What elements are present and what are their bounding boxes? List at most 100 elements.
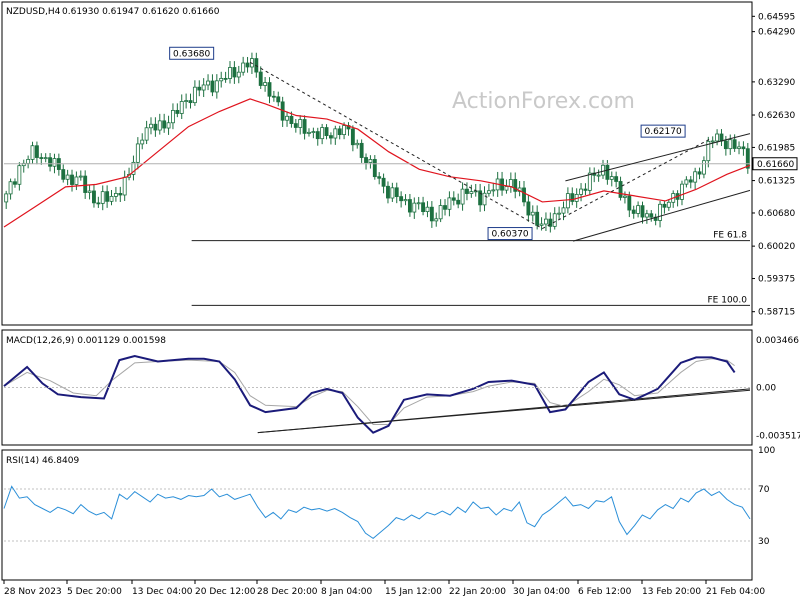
candle-body — [601, 164, 605, 176]
candle-body — [34, 145, 39, 158]
candle-body — [320, 127, 325, 140]
candle-body — [302, 119, 307, 134]
candle-body — [614, 176, 619, 182]
candle-body — [723, 140, 728, 150]
candle-body — [530, 211, 535, 216]
candle-body — [118, 193, 123, 196]
candle-body — [552, 213, 557, 227]
candle-body — [241, 62, 246, 73]
candle-body — [52, 158, 57, 167]
candle-body — [741, 146, 746, 150]
candle-body — [298, 119, 303, 128]
x-tick-label: 15 Jan 12:00 — [385, 587, 442, 597]
candle-body — [206, 80, 210, 86]
chart-root: ActionForex.com FE 61.8 FE 100.0 0.63680 0.… — [0, 0, 800, 600]
candle-body — [122, 176, 127, 196]
price-tick-label: 0.61985 — [758, 143, 795, 153]
candle-body — [486, 190, 491, 194]
candle-body — [342, 125, 347, 136]
x-tick-label: 22 Jan 20:00 — [449, 587, 506, 597]
x-tick-label: 6 Feb 12:00 — [578, 587, 632, 597]
x-tick-label: 20 Dec 12:00 — [195, 587, 256, 597]
x-tick-label: 13 Dec 04:00 — [132, 587, 193, 597]
candle-body — [105, 191, 110, 202]
price-tick-label: 0.61325 — [758, 177, 795, 187]
candle-body — [640, 205, 645, 218]
candle-body — [386, 185, 390, 199]
candle-body — [83, 175, 88, 193]
candle-body — [337, 128, 342, 136]
candle-body — [561, 207, 566, 214]
candle-body — [421, 202, 426, 213]
price-tick-label: 0.64290 — [758, 28, 795, 38]
candle-body — [522, 187, 526, 203]
candle-body — [43, 157, 48, 160]
candle-body — [719, 133, 724, 142]
candle-body — [223, 77, 228, 80]
candle-body — [271, 95, 276, 98]
candle-body — [192, 86, 197, 104]
candle-body — [728, 139, 733, 150]
candle-body — [636, 205, 641, 214]
candle-body — [307, 131, 311, 134]
candle-body — [557, 212, 562, 215]
candle-body — [293, 123, 298, 128]
candle-body — [491, 189, 496, 192]
x-tick-label: 5 Dec 20:00 — [67, 587, 122, 597]
candle-body — [17, 165, 22, 185]
candle-body — [631, 209, 636, 214]
chart-svg: ActionForex.com FE 61.8FE 100.00.636800.… — [1, 1, 800, 597]
candle-body — [399, 196, 404, 202]
candle-body — [447, 197, 452, 210]
candle-body — [153, 123, 158, 131]
macd-tick-label: 0.003466 — [756, 336, 799, 346]
candle-body — [377, 176, 382, 179]
candle-body — [39, 157, 44, 159]
candle-body — [451, 197, 456, 201]
candle-body — [100, 191, 105, 204]
current-price-label: 0.61660 — [757, 160, 794, 170]
price-callout-label: 0.60370 — [491, 230, 528, 240]
candle-body — [61, 169, 66, 180]
candle-body — [609, 176, 614, 180]
x-tick-label: 8 Jan 04:00 — [321, 587, 373, 597]
candle-body — [710, 140, 715, 143]
candle-body — [26, 158, 31, 164]
candle-body — [30, 145, 35, 160]
candle-body — [372, 159, 377, 178]
price-callout-label: 0.62170 — [644, 127, 681, 137]
candle-body — [508, 179, 513, 187]
candle-body — [680, 183, 684, 200]
fe-level-label: FE 61.8 — [713, 231, 747, 241]
candle-body — [693, 171, 698, 183]
candle-body — [263, 82, 268, 86]
price-tick-label: 0.64595 — [758, 12, 795, 22]
candle-body — [285, 115, 289, 121]
candle-body — [368, 159, 373, 163]
candle-body — [140, 139, 145, 145]
candle-body — [135, 143, 140, 163]
candle-body — [333, 128, 338, 139]
watermark: ActionForex.com — [452, 89, 635, 114]
candle-body — [65, 174, 70, 180]
rsi-layer — [3, 485, 751, 542]
candle-body — [390, 187, 395, 199]
axes-layer: 0.64595 0.64290 0.63290 0.62630 0.61985 0.613… — [3, 12, 800, 597]
candle-body — [658, 203, 662, 221]
candle-body — [587, 172, 592, 191]
rsi-tick-label: 70 — [758, 485, 770, 495]
candle-body — [197, 86, 202, 91]
candle-body — [201, 84, 206, 91]
x-tick-label: 21 Feb 04:00 — [706, 587, 765, 597]
candle-body — [175, 109, 180, 114]
candle-body — [539, 223, 544, 226]
candle-body — [425, 206, 430, 213]
candle-body — [544, 218, 548, 225]
candle-body — [662, 203, 667, 208]
candle-body — [403, 199, 408, 202]
candle-body — [434, 218, 439, 222]
candle-body — [70, 174, 74, 185]
candle-body — [381, 177, 386, 187]
candle-body — [87, 190, 92, 193]
candle-body — [276, 96, 281, 103]
